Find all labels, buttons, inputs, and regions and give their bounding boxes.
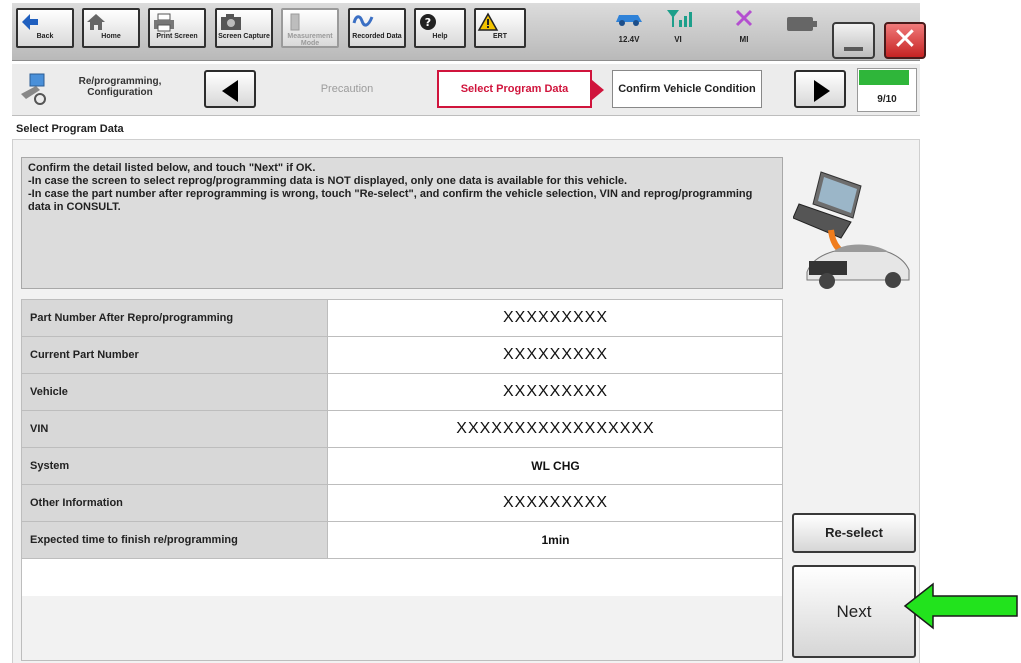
table-row: VIN XXXXXXXXXXXXXXXXX [22, 411, 782, 448]
app-mode-label: Re/programming, Configuration [78, 76, 162, 98]
reselect-button[interactable]: Re-select [792, 513, 916, 553]
main-panel: Confirm the detail listed below, and tou… [12, 140, 920, 663]
minimize-button[interactable] [832, 22, 875, 59]
back-arrow-icon [22, 14, 38, 30]
measurement-mode-label: Measurement Mode [287, 33, 333, 47]
progress-indicator: 9/10 [857, 68, 917, 112]
ert-button-label: ERT [493, 33, 507, 40]
print-screen-label: Print Screen [156, 33, 198, 40]
row-value: 1min [541, 533, 570, 547]
screen-capture-button[interactable]: Screen Capture [215, 8, 273, 48]
row-label: Part Number After Repro/programming [22, 300, 328, 336]
close-button[interactable]: ✕ [884, 22, 926, 59]
right-triangle-icon [814, 80, 830, 102]
instruction-line: -In case the screen to select reprog/pro… [28, 175, 628, 187]
progress-text: 9/10 [877, 94, 897, 105]
vehicle-icon [616, 15, 642, 26]
row-label: Expected time to finish re/programming [22, 522, 328, 558]
table-row: System WL CHG [22, 448, 782, 485]
program-data-table: Part Number After Repro/programming XXXX… [21, 299, 783, 661]
next-step-arrow-button[interactable] [794, 70, 846, 108]
recorded-data-button[interactable]: Recorded Data [348, 8, 406, 48]
step-select-program-data: Select Program Data [437, 70, 604, 108]
row-value: WL CHG [531, 459, 580, 473]
battery-voltage-status: 12.4V [612, 8, 646, 48]
row-value: XXXXXXXXX [502, 494, 609, 511]
progress-bar-fill [859, 70, 910, 85]
table-row: Expected time to finish re/programming 1… [22, 522, 782, 559]
green-pointer-arrow-icon [903, 582, 1018, 630]
help-button[interactable]: ? Help [414, 8, 466, 48]
consult-app-window: Back Home Print Screen Screen Capture Me… [0, 0, 1021, 663]
instruction-line: -In case the part number after reprogram… [28, 188, 753, 213]
row-value: XXXXXXXXXXXXXXXXX [456, 420, 655, 437]
app-mode-indicator: Re/programming, Configuration [12, 66, 197, 112]
meter-icon [290, 13, 300, 31]
reprogramming-icon [21, 73, 46, 105]
vi-status: VI [661, 8, 695, 48]
left-triangle-icon [222, 80, 238, 102]
signal-icon [667, 10, 692, 27]
row-label: VIN [22, 411, 328, 447]
table-row: Other Information XXXXXXXXX [22, 485, 782, 522]
close-icon: ✕ [892, 23, 918, 56]
disconnected-x-icon [735, 9, 753, 27]
mi-status: MI [727, 8, 761, 48]
step-navigation-bar: Re/programming, Configuration Precaution… [12, 64, 920, 116]
help-button-label: Help [432, 33, 448, 40]
table-row: Current Part Number XXXXXXXXX [22, 337, 782, 374]
empty-table-area [22, 596, 782, 660]
ert-button[interactable]: ERT [474, 8, 526, 48]
instructions-box: Confirm the detail listed below, and tou… [21, 157, 783, 289]
voltage-value: 12.4V [618, 35, 640, 44]
toolbar: Back Home Print Screen Screen Capture Me… [12, 3, 926, 61]
home-button[interactable]: Home [82, 8, 140, 48]
row-value: XXXXXXXXX [502, 346, 609, 363]
next-button[interactable]: Next [792, 565, 916, 658]
row-value: XXXXXXXXX [502, 309, 609, 326]
table-row: Part Number After Repro/programming XXXX… [22, 300, 782, 337]
screen-capture-label: Screen Capture [218, 33, 270, 40]
row-label: System [22, 448, 328, 484]
row-value: XXXXXXXXX [502, 383, 609, 400]
camera-icon [221, 14, 241, 30]
step-precaution: Precaution [320, 83, 374, 95]
instruction-line: Confirm the detail listed below, and tou… [28, 162, 316, 174]
back-button[interactable]: Back [16, 8, 74, 48]
laptop-car-illustration [793, 171, 910, 289]
table-row: Vehicle XXXXXXXXX [22, 374, 782, 411]
recorded-data-icon [352, 15, 374, 27]
battery-icon [787, 17, 817, 31]
row-label: Vehicle [22, 374, 328, 410]
help-icon: ? [420, 14, 436, 30]
svg-text:?: ? [425, 16, 431, 29]
home-button-label: Home [101, 33, 121, 40]
back-button-label: Back [36, 33, 54, 40]
mi-label: MI [739, 35, 749, 44]
measurement-mode-button[interactable]: Measurement Mode [281, 8, 339, 48]
previous-step-button[interactable] [204, 70, 256, 108]
row-label: Current Part Number [22, 337, 328, 373]
printer-icon [154, 13, 174, 32]
page-title: Select Program Data [12, 118, 920, 140]
recorded-data-label: Recorded Data [352, 33, 402, 40]
warning-icon [477, 12, 499, 31]
row-label: Other Information [22, 485, 328, 521]
print-screen-button[interactable]: Print Screen [148, 8, 206, 48]
home-icon [87, 14, 105, 30]
step-confirm-vehicle-condition: Confirm Vehicle Condition [612, 70, 762, 108]
vi-label: VI [674, 35, 682, 44]
